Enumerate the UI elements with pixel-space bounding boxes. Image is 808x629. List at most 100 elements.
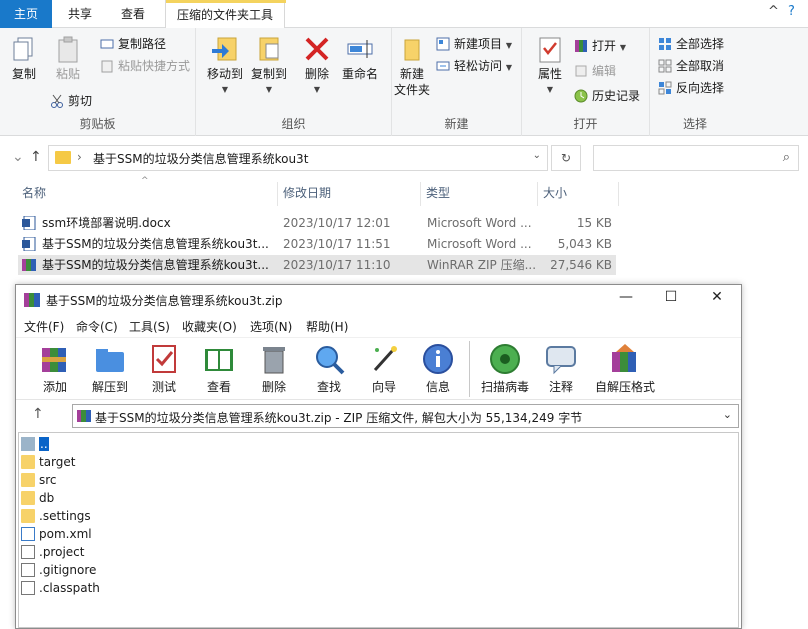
tool-info[interactable]: 信息 [414,342,462,395]
paste-icon [58,36,78,63]
up-arrow-icon[interactable]: ↑ [30,149,42,165]
copy-path-button[interactable]: 复制路径 [100,34,166,54]
tool-find[interactable]: 查找 [305,342,353,395]
new-folder-button[interactable]: 新建 文件夹 [392,34,432,98]
menu-help[interactable]: 帮助(H) [306,318,348,335]
view-book-icon [205,349,233,371]
chevron-down-icon[interactable]: ⌄ [12,149,24,165]
tool-extract-to[interactable]: 解压到 [86,342,134,395]
file-row[interactable]: ssm环境部署说明.docx 2023/10/17 12:01 Microsof… [18,213,616,233]
tool-test[interactable]: 测试 [140,342,188,395]
select-group-label: 选择 [682,117,707,131]
menu-options[interactable]: 选项(N) [250,318,292,335]
properties-button[interactable]: 属性 ▼ [532,34,568,98]
menu-tools[interactable]: 工具(S) [129,318,170,335]
tool-scan-virus-label: 扫描病毒 [480,380,529,394]
tool-comment[interactable]: 注释 [537,342,585,395]
clipboard-group: 复制 粘贴 复制路径 粘贴快捷方式 剪切 剪贴板 [0,28,196,136]
file-date: 2023/10/17 11:51 [283,237,391,251]
tool-sfx[interactable]: 自解压格式 [592,342,658,395]
folder-icon [21,509,35,523]
list-item-label: pom.xml [39,527,92,541]
invert-selection-button[interactable]: 反向选择 [658,78,724,98]
open-label: 打开 [592,39,617,53]
edit-button[interactable]: 编辑 [574,61,616,81]
tab-compressed-folder-tools[interactable]: 压缩的文件夹工具 [165,0,286,28]
delete-button[interactable]: 删除 ▼ [300,34,334,98]
open-button[interactable]: 打开 ▼ [574,36,626,56]
minimize-button[interactable]: — [616,289,636,305]
list-item-label: src [39,473,57,487]
cut-button[interactable]: 剪切 [50,91,92,111]
chevron-down-icon[interactable]: ⌄ [723,408,732,421]
column-header-name[interactable]: 名称 [18,182,278,206]
new-item-label: 新建项目 [454,37,503,51]
tool-add[interactable]: 添加 [31,342,79,395]
menu-commands[interactable]: 命令(C) [76,318,118,335]
select-all-button[interactable]: 全部选择 [658,34,724,54]
cut-label: 剪切 [68,94,93,108]
file-icon [21,581,35,595]
easy-access-button[interactable]: 轻松访问 ▼ [436,56,512,76]
tool-scan-virus[interactable]: 扫描病毒 [478,342,532,395]
paste-button[interactable]: 粘贴 [50,34,86,82]
menu-favorites[interactable]: 收藏夹(O) [182,318,237,335]
copy-button[interactable]: 复制 [6,34,42,82]
ribbon: 复制 粘贴 复制路径 粘贴快捷方式 剪切 剪贴板 移动到 ▼ 复制到 ▼ 删除 ▼ [0,28,808,136]
invert-selection-icon [658,81,672,95]
info-icon [423,344,453,374]
winrar-title-bar: 基于SSM的垃圾分类信息管理系统kou3t.zip — ☐ ✕ [16,285,741,315]
help-button[interactable]: ? [788,4,795,19]
list-item-label: target [39,455,76,469]
open-caret-icon: ▼ [619,43,626,52]
list-item-label: .. [39,437,49,451]
maximize-button[interactable]: ☐ [661,289,681,305]
copy-to-button[interactable]: 复制到 ▼ [248,34,290,98]
tab-view[interactable]: 查看 [110,0,156,28]
column-header-size[interactable]: 大小 [539,182,619,206]
tool-view[interactable]: 查看 [195,342,243,395]
list-item-label: .project [39,545,85,559]
xml-file-icon [21,527,35,541]
new-folder-icon [404,39,420,61]
tool-delete[interactable]: 删除 [250,342,298,395]
new-item-button[interactable]: 新建项目 ▼ [436,34,512,54]
move-to-button[interactable]: 移动到 ▼ [204,34,246,98]
add-archive-icon [42,348,66,372]
tab-home[interactable]: 主页 [0,0,52,28]
tool-info-label: 信息 [425,380,450,394]
column-header-date[interactable]: 修改日期 [279,182,421,206]
list-item-label: .settings [39,509,91,523]
collapse-ribbon-button[interactable]: ^ [768,4,779,19]
tool-wizard-label: 向导 [371,380,396,394]
column-header-type[interactable]: 类型 [422,182,538,206]
list-item-label: .gitignore [39,563,97,577]
file-row-selected[interactable]: 基于SSM的垃圾分类信息管理系统kou3t... 2023/10/17 11:1… [18,255,616,275]
toolbar-separator [469,341,470,397]
file-icon [21,563,35,577]
file-icon [21,545,35,559]
address-dropdown-icon[interactable]: ⌄ [533,150,541,161]
folder-icon [21,491,35,505]
file-row[interactable]: 基于SSM的垃圾分类信息管理系统kou3t... 2023/10/17 11:5… [18,234,616,254]
move-to-caret-icon: ▼ [221,85,229,94]
close-button[interactable]: ✕ [707,289,727,305]
move-to-icon [212,37,237,61]
file-size: 15 KB [576,216,612,230]
new-item-icon [436,37,450,51]
tab-share[interactable]: 共享 [56,0,104,28]
up-arrow-icon[interactable]: ↑ [32,406,44,422]
history-button[interactable]: 历史记录 [574,86,640,106]
refresh-button[interactable]: ↻ [551,145,581,171]
parent-folder-icon [21,437,35,451]
address-bar[interactable]: › 基于SSM的垃圾分类信息管理系统kou3t ⌄ [48,145,548,171]
paste-shortcut-button[interactable]: 粘贴快捷方式 [100,56,190,76]
search-input[interactable]: ⌕ [593,145,799,171]
rename-button[interactable]: 重命名 [338,34,382,82]
menu-file[interactable]: 文件(F) [24,318,64,335]
history-label: 历史记录 [592,89,641,103]
select-none-button[interactable]: 全部取消 [658,56,724,76]
tool-wizard[interactable]: 向导 [360,342,408,395]
archive-path-combo[interactable]: 基于SSM的垃圾分类信息管理系统kou3t.zip - ZIP 压缩文件, 解包… [72,404,739,428]
file-type: Microsoft Word ... [427,237,532,251]
